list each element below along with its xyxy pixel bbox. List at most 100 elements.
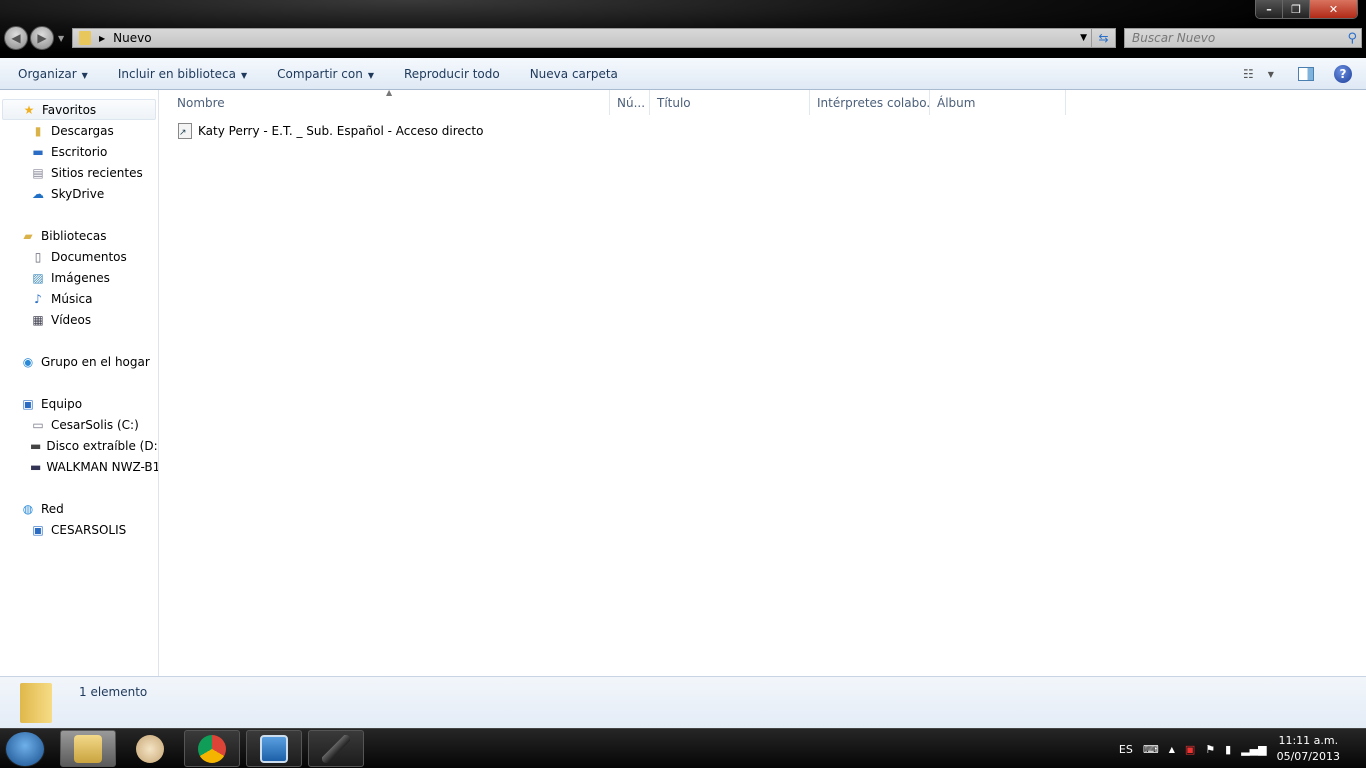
sidebar-item-disco-extrai-ble-d[interactable]: ▬ Disco extraíble (D:) [0, 435, 158, 456]
folder-icon [20, 683, 52, 723]
shortcut-icon: ↗ [178, 123, 192, 139]
search-icon[interactable]: ⚲ [1347, 31, 1357, 46]
sidebar-item-equipo[interactable]: ▣ Equipo [0, 393, 158, 414]
clock[interactable]: 11:11 a.m. 05/07/2013 [1277, 733, 1340, 765]
clock-time: 11:11 a.m. [1278, 734, 1339, 747]
address-dropdown-icon[interactable]: ▼ [1080, 33, 1087, 43]
taskbar-explorer[interactable] [60, 730, 116, 767]
item-count: 1 elemento [79, 685, 148, 699]
taskbar: ES ⌨ ▲ ▣ ⚑ ▮ ▂▄▆ 11:11 a.m. 05/07/2013 [0, 728, 1366, 768]
sort-ascending-icon: ▲ [386, 88, 393, 97]
restore-button[interactable]: ❐ [1283, 0, 1310, 18]
documents-icon: ▯ [34, 249, 42, 264]
action-center-flag-icon[interactable]: ⚑ [1205, 743, 1215, 756]
help-icon: ? [1334, 65, 1352, 83]
taskbar-media-player[interactable] [246, 730, 302, 767]
taskbar-usb-app[interactable] [308, 730, 364, 767]
usb-icon [322, 734, 350, 763]
help-button[interactable]: ? [1334, 58, 1352, 90]
taskbar-paint[interactable] [122, 730, 178, 767]
sidebar-item-descargas[interactable]: ▮ Descargas [0, 120, 158, 141]
sidebar-item-label: Disco extraíble (D:) [46, 438, 159, 453]
forward-button[interactable]: ▶ [30, 26, 54, 50]
sidebar-item-cesarsolis[interactable]: ▣ CESARSOLIS [0, 519, 158, 540]
column-album[interactable]: Álbum [930, 90, 1066, 115]
power-icon[interactable]: ▮ [1225, 743, 1231, 756]
breadcrumb-arrow-icon[interactable]: ▶ [99, 34, 105, 43]
folder-icon [79, 31, 91, 45]
column-title[interactable]: Título [650, 90, 810, 115]
homegroup-icon: ◉ [22, 354, 34, 369]
include-in-library-button[interactable]: Incluir en biblioteca ▼ [118, 67, 247, 81]
organize-button[interactable]: Organizar ▼ [18, 67, 88, 81]
chevron-down-icon: ▼ [241, 70, 248, 80]
sidebar-item-label: WALKMAN NWZ-B1 [46, 459, 159, 474]
sidebar-item-ima-genes[interactable]: ▨ Imágenes [0, 267, 158, 288]
music-icon: ♪ [34, 291, 42, 306]
sidebar-item-label: Vídeos [51, 312, 92, 327]
keyboard-icon[interactable]: ⌨ [1143, 743, 1159, 756]
address-bar[interactable]: ▶ Nuevo ▼ ⇆ [72, 28, 1116, 48]
sidebar-item-label: Documentos [51, 249, 127, 264]
media-player-icon [260, 734, 288, 763]
new-folder-button[interactable]: Nueva carpeta [530, 67, 618, 81]
file-row[interactable]: ↗ Katy Perry - E.T. _ Sub. Español - Acc… [160, 120, 1366, 142]
share-with-button[interactable]: Compartir con ▼ [277, 67, 374, 81]
title-bar: – ❐ ✕ ◀ ▶ ▼ ▶ Nuevo ▼ ⇆ Buscar Nuevo ⚲ [0, 0, 1366, 58]
system-tray: ES ⌨ ▲ ▣ ⚑ ▮ ▂▄▆ 11:11 a.m. 05/07/2013 [1119, 729, 1366, 769]
sidebar-group: ▣ Equipo ▭ CesarSolis (C:) ▬ Disco extraíble … [0, 393, 158, 477]
breadcrumb-nuevo[interactable]: Nuevo [113, 31, 151, 45]
navigation-buttons: ◀ ▶ ▼ [4, 26, 64, 50]
file-list: ▲ Nombre Nú... Título Intérpretes colabo… [160, 88, 1366, 676]
sidebar-item-grupo-en-el-hogar[interactable]: ◉ Grupo en el hogar [0, 351, 158, 372]
play-all-button[interactable]: Reproducir todo [404, 67, 500, 81]
sidebar-item-favoritos[interactable]: ★ Favoritos [2, 99, 156, 120]
sidebar-group: ◉ Grupo en el hogar [0, 351, 158, 372]
search-placeholder: Buscar Nuevo [1132, 31, 1216, 45]
column-number[interactable]: Nú... [610, 90, 650, 115]
window-controls: – ❐ ✕ [1255, 0, 1358, 19]
sidebar-item-walkman-nwz-b1[interactable]: ▬ WALKMAN NWZ-B1 [0, 456, 158, 477]
search-input[interactable]: Buscar Nuevo ⚲ [1124, 28, 1362, 48]
sidebar-group: ★ Favoritos ▮ Descargas ▬ Escritorio ▤ Sitios r… [0, 99, 158, 204]
show-hidden-icons-button[interactable]: ▲ [1169, 745, 1175, 754]
column-name[interactable]: Nombre [160, 90, 610, 115]
sidebar-item-documentos[interactable]: ▯ Documentos [0, 246, 158, 267]
refresh-button[interactable]: ⇆ [1091, 29, 1115, 47]
column-artists[interactable]: Intérpretes colabo... [810, 90, 930, 115]
skydrive-icon: ☁ [32, 186, 44, 201]
chevron-down-icon: ▼ [367, 70, 374, 80]
view-options-button[interactable]: ☷ ▼ [1243, 58, 1274, 90]
sidebar-item-label: Escritorio [51, 144, 108, 159]
start-button[interactable] [5, 731, 45, 767]
sidebar-item-mu-sica[interactable]: ♪ Música [0, 288, 158, 309]
sidebar-item-skydrive[interactable]: ☁ SkyDrive [0, 183, 158, 204]
chrome-icon [198, 734, 226, 763]
chevron-down-icon: ▼ [81, 70, 88, 80]
back-button[interactable]: ◀ [4, 26, 28, 50]
minimize-button[interactable]: – [1256, 0, 1283, 18]
sidebar-item-label: Descargas [51, 123, 114, 138]
sidebar-item-label: Música [51, 291, 93, 306]
paint-icon [136, 734, 164, 763]
sidebar-item-sitios-recientes[interactable]: ▤ Sitios recientes [0, 162, 158, 183]
network-icon: ◍ [22, 501, 34, 516]
sidebar-item-bibliotecas[interactable]: ▰ Bibliotecas [0, 225, 158, 246]
antivirus-icon[interactable]: ▣ [1185, 743, 1195, 756]
preview-pane-icon [1298, 67, 1314, 81]
pictures-icon: ▨ [32, 270, 44, 285]
sidebar-item-label: Red [41, 501, 64, 516]
sidebar-item-vi-deos[interactable]: ▦ Vídeos [0, 309, 158, 330]
network-signal-icon[interactable]: ▂▄▆ [1241, 743, 1266, 756]
sidebar-item-cesarsolis-c[interactable]: ▭ CesarSolis (C:) [0, 414, 158, 435]
language-indicator[interactable]: ES [1119, 743, 1133, 756]
close-button[interactable]: ✕ [1310, 0, 1357, 18]
sidebar-item-label: Favoritos [42, 102, 97, 117]
sidebar-group: ▰ Bibliotecas ▯ Documentos ▨ Imágenes ♪ Música ▦… [0, 225, 158, 330]
recent-pages-dropdown[interactable]: ▼ [58, 34, 64, 43]
sidebar-item-escritorio[interactable]: ▬ Escritorio [0, 141, 158, 162]
computer-icon: ▣ [22, 396, 34, 411]
preview-pane-button[interactable] [1298, 58, 1314, 90]
taskbar-chrome[interactable] [184, 730, 240, 767]
sidebar-item-red[interactable]: ◍ Red [0, 498, 158, 519]
